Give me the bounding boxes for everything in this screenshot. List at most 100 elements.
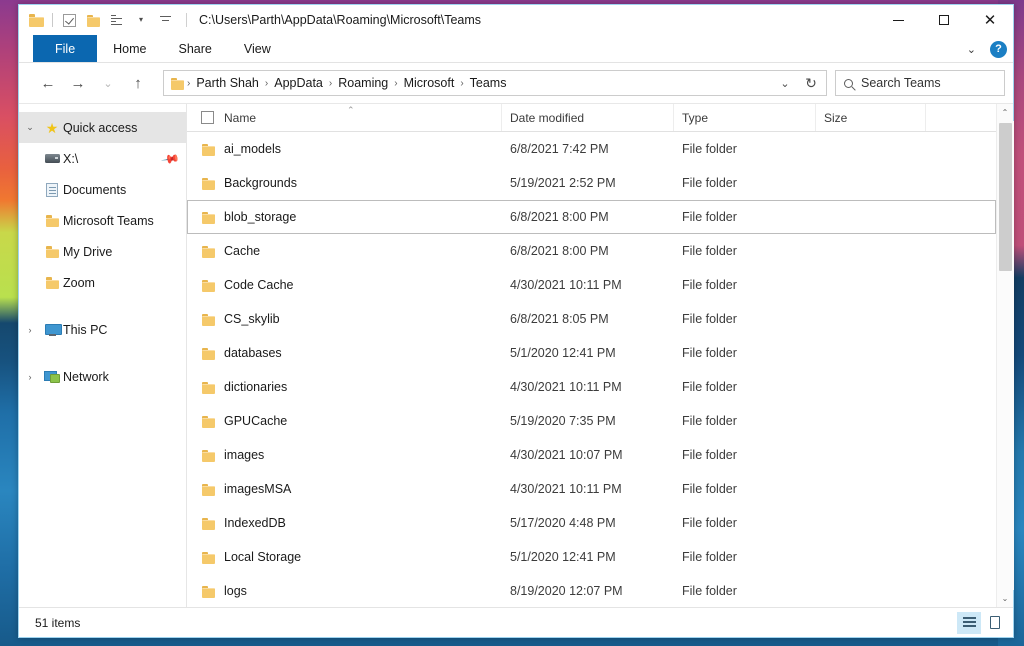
window-controls: ✕ bbox=[875, 5, 1013, 35]
new-folder-icon[interactable] bbox=[82, 9, 104, 31]
minimize-icon bbox=[893, 20, 904, 21]
file-type-cell: File folder bbox=[674, 278, 816, 292]
forward-button[interactable]: → bbox=[63, 68, 93, 98]
properties-checkbox-icon[interactable] bbox=[58, 9, 80, 31]
scroll-down-button[interactable]: ⌄ bbox=[997, 590, 1014, 607]
toolbar-overflow-icon[interactable] bbox=[154, 9, 176, 31]
sidebar-item-this-pc[interactable]: › This PC bbox=[19, 314, 186, 345]
sidebar-item-my-drive[interactable]: My Drive bbox=[19, 236, 186, 267]
file-name-cell: Code Cache bbox=[202, 278, 502, 292]
drive-icon bbox=[41, 154, 63, 163]
file-name-cell: IndexedDB bbox=[202, 516, 502, 530]
search-input[interactable]: Search Teams bbox=[861, 76, 941, 90]
vertical-scrollbar[interactable]: ⌃ ⌄ bbox=[996, 104, 1013, 607]
recent-locations-button[interactable]: ⌄ bbox=[93, 68, 123, 98]
sidebar-item-label: Quick access bbox=[63, 121, 137, 135]
tab-home[interactable]: Home bbox=[97, 35, 162, 62]
customize-toolbar-icon[interactable] bbox=[106, 9, 128, 31]
folder-icon[interactable] bbox=[25, 9, 47, 31]
chevron-right-icon[interactable]: › bbox=[19, 372, 41, 382]
address-bar[interactable]: › Parth Shah › AppData › Roaming › Micro… bbox=[163, 70, 827, 96]
tab-view[interactable]: View bbox=[228, 35, 287, 62]
up-button[interactable]: ↑ bbox=[123, 68, 153, 98]
address-folder-icon bbox=[171, 78, 184, 89]
details-view-button[interactable] bbox=[957, 612, 981, 634]
search-box[interactable]: Search Teams bbox=[835, 70, 1005, 96]
file-type-cell: File folder bbox=[674, 176, 816, 190]
maximize-button[interactable] bbox=[921, 5, 967, 35]
file-name-cell: CS_skylib bbox=[202, 312, 502, 326]
folder-icon bbox=[41, 246, 63, 257]
file-date-cell: 8/19/2020 12:07 PM bbox=[502, 584, 674, 598]
table-row[interactable]: blob_storage6/8/2021 8:00 PMFile folder bbox=[187, 200, 996, 234]
file-name-label: IndexedDB bbox=[224, 516, 286, 530]
tab-share[interactable]: Share bbox=[163, 35, 228, 62]
scrollbar-thumb[interactable] bbox=[999, 123, 1012, 271]
sidebar-item-network[interactable]: › Network bbox=[19, 361, 186, 392]
breadcrumb-roaming[interactable]: Roaming bbox=[333, 73, 393, 93]
file-name-label: databases bbox=[224, 346, 282, 360]
star-icon: ★ bbox=[41, 121, 63, 135]
scroll-up-button[interactable]: ⌃ bbox=[997, 104, 1014, 121]
column-header-name[interactable]: Name ⌃ bbox=[201, 104, 501, 131]
minimize-button[interactable] bbox=[875, 5, 921, 35]
file-name-cell: Cache bbox=[202, 244, 502, 258]
table-row[interactable]: GPUCache5/19/2020 7:35 PMFile folder bbox=[187, 404, 996, 438]
file-name-cell: Local Storage bbox=[202, 550, 502, 564]
pin-icon[interactable]: 📌 bbox=[160, 148, 180, 168]
sidebar-item-x-drive[interactable]: X:\ 📌 bbox=[19, 143, 186, 174]
scrollbar-track[interactable] bbox=[997, 121, 1014, 590]
sidebar-item-microsoft-teams[interactable]: Microsoft Teams bbox=[19, 205, 186, 236]
column-header-date-modified[interactable]: Date modified bbox=[501, 104, 673, 131]
table-row[interactable]: Backgrounds5/19/2021 2:52 PMFile folder bbox=[187, 166, 996, 200]
tab-file[interactable]: File bbox=[33, 35, 97, 62]
breadcrumb-parth-shah[interactable]: Parth Shah bbox=[191, 73, 264, 93]
folder-icon bbox=[202, 416, 215, 427]
table-row[interactable]: dictionaries4/30/2021 10:11 PMFile folde… bbox=[187, 370, 996, 404]
file-type-cell: File folder bbox=[674, 312, 816, 326]
breadcrumb-teams[interactable]: Teams bbox=[465, 73, 512, 93]
table-row[interactable]: Code Cache4/30/2021 10:11 PMFile folder bbox=[187, 268, 996, 302]
file-date-cell: 5/1/2020 12:41 PM bbox=[502, 346, 674, 360]
breadcrumb-microsoft[interactable]: Microsoft bbox=[399, 73, 460, 93]
sidebar-item-zoom[interactable]: Zoom bbox=[19, 267, 186, 298]
refresh-icon[interactable]: ↻ bbox=[798, 71, 824, 95]
ribbon-tab-bar: File Home Share View ⌄ ? bbox=[19, 35, 1013, 63]
column-header-type[interactable]: Type bbox=[673, 104, 815, 131]
file-date-cell: 5/1/2020 12:41 PM bbox=[502, 550, 674, 564]
title-bar: ▾ C:\Users\Parth\AppData\Roaming\Microso… bbox=[19, 5, 1013, 35]
large-icons-view-button[interactable] bbox=[983, 612, 1007, 634]
file-type-cell: File folder bbox=[674, 414, 816, 428]
table-row[interactable]: databases5/1/2020 12:41 PMFile folder bbox=[187, 336, 996, 370]
file-date-cell: 6/8/2021 8:00 PM bbox=[502, 244, 674, 258]
file-type-cell: File folder bbox=[674, 584, 816, 598]
folder-icon bbox=[202, 144, 215, 155]
select-all-checkbox[interactable] bbox=[201, 111, 214, 124]
table-row[interactable]: images4/30/2021 10:07 PMFile folder bbox=[187, 438, 996, 472]
table-row[interactable]: imagesMSA4/30/2021 10:11 PMFile folder bbox=[187, 472, 996, 506]
table-row[interactable]: CS_skylib6/8/2021 8:05 PMFile folder bbox=[187, 302, 996, 336]
file-date-cell: 5/17/2020 4:48 PM bbox=[502, 516, 674, 530]
chevron-right-icon[interactable]: › bbox=[19, 325, 41, 335]
table-row[interactable]: logs8/19/2020 12:07 PMFile folder bbox=[187, 574, 996, 607]
chevron-down-icon[interactable]: ⌄ bbox=[19, 122, 41, 133]
help-icon[interactable]: ? bbox=[990, 41, 1007, 58]
column-header-label: Name bbox=[224, 111, 256, 125]
table-row[interactable]: Cache6/8/2021 8:00 PMFile folder bbox=[187, 234, 996, 268]
table-row[interactable]: IndexedDB5/17/2020 4:48 PMFile folder bbox=[187, 506, 996, 540]
column-header-size[interactable]: Size bbox=[815, 104, 925, 131]
expand-ribbon-icon[interactable]: ⌄ bbox=[961, 41, 982, 58]
table-row[interactable]: ai_models6/8/2021 7:42 PMFile folder bbox=[187, 132, 996, 166]
file-name-label: images bbox=[224, 448, 264, 462]
close-button[interactable]: ✕ bbox=[967, 5, 1013, 35]
back-button[interactable]: ← bbox=[33, 68, 63, 98]
customize-caret-icon[interactable]: ▾ bbox=[130, 9, 152, 31]
table-row[interactable]: Local Storage5/1/2020 12:41 PMFile folde… bbox=[187, 540, 996, 574]
file-name-label: Backgrounds bbox=[224, 176, 297, 190]
address-dropdown-icon[interactable]: ⌄ bbox=[772, 71, 798, 95]
breadcrumb-appdata[interactable]: AppData bbox=[269, 73, 328, 93]
folder-icon bbox=[202, 586, 215, 597]
folder-icon bbox=[202, 450, 215, 461]
sidebar-item-documents[interactable]: Documents bbox=[19, 174, 186, 205]
sidebar-item-quick-access[interactable]: ⌄ ★ Quick access bbox=[19, 112, 186, 143]
